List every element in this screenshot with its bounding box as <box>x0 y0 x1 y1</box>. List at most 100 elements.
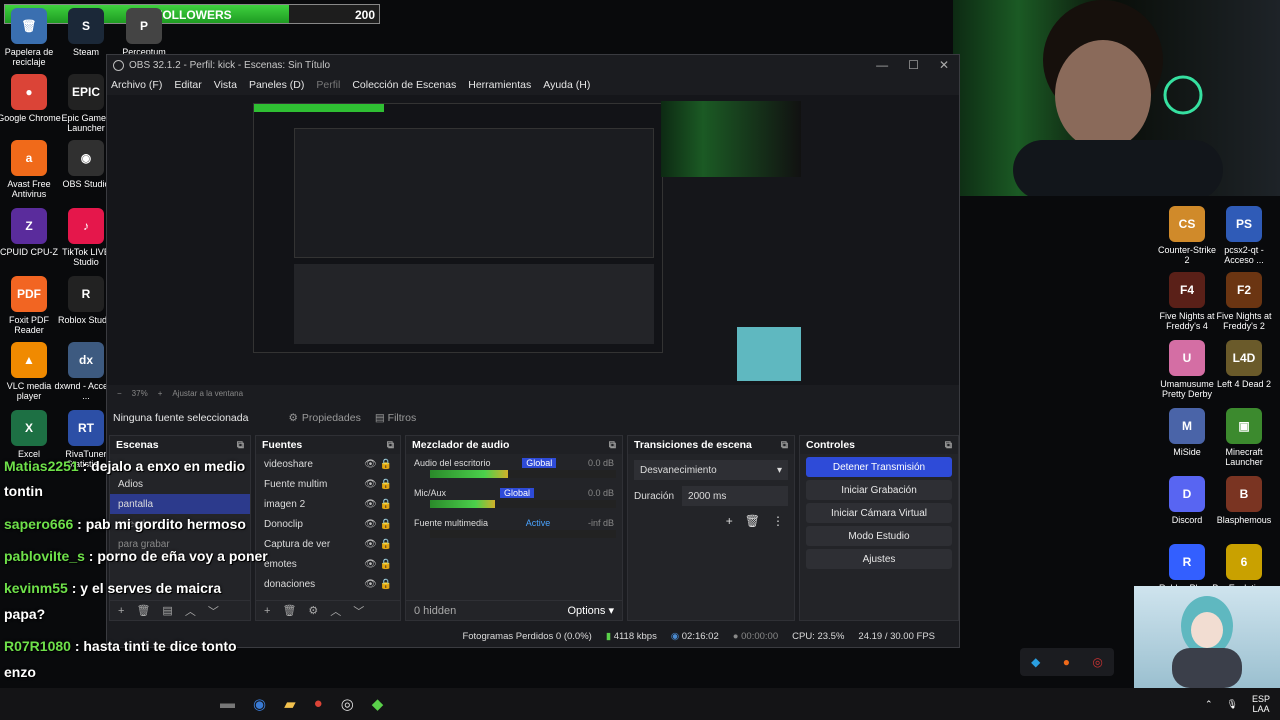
dock-icon[interactable]: ⧉ <box>387 440 394 451</box>
add-icon[interactable]: + <box>264 605 270 617</box>
fit-label[interactable]: Ajustar a la ventana <box>172 389 243 398</box>
scene-item[interactable]: Adios <box>110 474 250 494</box>
source-item[interactable]: donaciones 👁 🔒 <box>256 574 400 594</box>
avast-icon[interactable]: ● <box>1063 655 1070 669</box>
chevron-down-icon[interactable]: ﹀ <box>208 603 219 619</box>
zoom-plus-icon[interactable]: + <box>158 389 163 398</box>
right-desktop-icon[interactable]: L4D Left 4 Dead 2 <box>1212 340 1276 389</box>
menu-vista[interactable]: Vista <box>214 79 237 91</box>
menu-ayuda[interactable]: Ayuda (H) <box>543 79 590 91</box>
source-item[interactable]: Fuente multim 👁 🔒 <box>256 474 400 494</box>
trash-icon[interactable]: 🗑 <box>282 604 296 617</box>
visibility-lock-icon[interactable]: 👁 🔒 <box>364 579 392 590</box>
visibility-lock-icon[interactable]: 👁 🔒 <box>364 539 392 550</box>
language-indicator[interactable]: ESP LAA <box>1252 694 1270 714</box>
start-virtual-camera-button[interactable]: Iniciar Cámara Virtual <box>806 503 952 523</box>
channel-badge[interactable]: Global <box>499 488 534 498</box>
stop-streaming-button[interactable]: Detener Transmisión <box>806 457 952 477</box>
menu-paneles[interactable]: Paneles (D) <box>249 79 304 91</box>
minimize-icon[interactable]: — <box>876 58 888 72</box>
close-icon[interactable]: ✕ <box>939 58 949 72</box>
chrome-icon[interactable]: ● <box>314 695 323 713</box>
right-desktop-icon[interactable]: M MiSide <box>1155 408 1219 457</box>
right-desktop-icon[interactable]: F2 Five Nights at Freddy's 2 <box>1212 272 1276 331</box>
menu-archivo[interactable]: Archivo (F) <box>111 79 162 91</box>
chevron-down-icon[interactable]: ﹀ <box>353 603 364 619</box>
dock-icon[interactable]: ⧉ <box>237 440 244 451</box>
chat-text: : porno de eña voy a poner <box>84 548 268 564</box>
minecraft-icon[interactable]: ◆ <box>372 695 384 713</box>
visibility-lock-icon[interactable]: 👁 🔒 <box>364 559 392 570</box>
add-icon[interactable]: + <box>118 605 124 617</box>
scene-item-selected[interactable]: pantalla <box>110 494 250 514</box>
start-recording-button[interactable]: Iniciar Grabación <box>806 480 952 500</box>
filter-icon[interactable]: ▤ <box>162 604 172 617</box>
duration-input[interactable]: 2000 ms <box>682 486 788 506</box>
left-desktop-icon[interactable]: S Steam <box>54 8 118 57</box>
left-desktop-icon[interactable]: P Perceptum <box>112 8 176 57</box>
desktop-icon-label: VLC media player <box>6 381 52 401</box>
right-desktop-icon[interactable]: B Blasphemous <box>1212 476 1276 525</box>
obs-preview[interactable] <box>107 95 959 385</box>
add-icon[interactable]: + <box>726 514 733 528</box>
chevron-up-icon[interactable]: ︿ <box>185 603 196 619</box>
trash-icon[interactable]: 🗑 <box>745 514 760 528</box>
right-desktop-icon[interactable]: PS pcsx2-qt - Acceso ... <box>1212 206 1276 265</box>
store-icon[interactable]: ◉ <box>253 695 266 713</box>
visibility-lock-icon[interactable]: 👁 🔒 <box>364 479 392 490</box>
more-icon[interactable]: ⋮ <box>772 514 784 528</box>
left-desktop-icon[interactable]: 🗑 Papelera de reciclaje <box>0 8 61 67</box>
dock-icon[interactable]: ⧉ <box>781 440 788 451</box>
channel-badge[interactable]: Global <box>522 458 557 468</box>
app-icon[interactable]: ◎ <box>1092 655 1102 669</box>
settings-button[interactable]: Ajustes <box>806 549 952 569</box>
dock-icon[interactable]: ⧉ <box>609 440 616 451</box>
studio-mode-button[interactable]: Modo Estudio <box>806 526 952 546</box>
left-desktop-icon[interactable]: ● Google Chrome <box>0 74 61 123</box>
shield-icon[interactable]: ◆ <box>1031 655 1040 669</box>
menu-herramientas[interactable]: Herramientas <box>468 79 531 91</box>
gear-icon[interactable]: ⚙ <box>308 604 318 617</box>
source-item[interactable]: imagen 2 👁 🔒 <box>256 494 400 514</box>
visibility-lock-icon[interactable]: 👁 🔒 <box>364 499 392 510</box>
right-desktop-icon[interactable]: D Discord <box>1155 476 1219 525</box>
obs-icon[interactable]: ◎ <box>341 695 354 713</box>
chevron-up-icon[interactable]: ︿ <box>330 603 341 619</box>
left-desktop-icon[interactable]: ▲ VLC media player <box>0 342 61 401</box>
channel-badge[interactable]: Active <box>522 518 555 528</box>
source-item[interactable]: videoshare 👁 🔒 <box>256 454 400 474</box>
visibility-lock-icon[interactable]: 👁 🔒 <box>364 459 392 470</box>
source-item[interactable]: Donoclip 👁 🔒 <box>256 514 400 534</box>
menu-editar[interactable]: Editar <box>174 79 201 91</box>
left-desktop-icon[interactable]: PDF Foxit PDF Reader <box>0 276 61 335</box>
maximize-icon[interactable]: ☐ <box>908 58 919 72</box>
desktop-icon-label: MiSide <box>1173 447 1201 457</box>
left-desktop-icon[interactable]: a Avast Free Antivirus <box>0 140 61 199</box>
properties-button[interactable]: ⚙ Propiedades <box>288 412 360 424</box>
folder-icon[interactable]: ▰ <box>284 695 296 713</box>
right-desktop-icon[interactable]: F4 Five Nights at Freddy's 4 <box>1155 272 1219 331</box>
trash-icon[interactable]: 🗑 <box>136 604 150 617</box>
taskview-icon[interactable]: ▬ <box>220 695 235 713</box>
desktop-icon-label: Five Nights at Freddy's 2 <box>1216 311 1272 331</box>
source-item[interactable]: emotes 👁 🔒 <box>256 554 400 574</box>
right-desktop-icon[interactable]: U Umamusume Pretty Derby <box>1155 340 1219 399</box>
dock-icon[interactable]: ⧉ <box>945 440 952 451</box>
options-button[interactable]: Options ▾ <box>568 604 615 617</box>
mixer-channel: Fuente multimedia Active -inf dB <box>406 514 622 544</box>
right-desktop-icon[interactable]: CS Counter-Strike 2 <box>1155 206 1219 265</box>
left-desktop-icon[interactable]: Z CPUID CPU-Z <box>0 208 61 257</box>
zoom-minus-icon[interactable]: − <box>117 389 122 398</box>
filters-button[interactable]: ▤ Filtros <box>375 412 416 424</box>
visibility-lock-icon[interactable]: 👁 🔒 <box>364 519 392 530</box>
left-desktop-icon[interactable]: X Excel <box>0 410 61 459</box>
source-item[interactable]: Captura de ver 👁 🔒 <box>256 534 400 554</box>
chevron-up-icon[interactable]: ⌃ <box>1205 699 1213 710</box>
layout-code: LAA <box>1252 704 1270 714</box>
right-desktop-icon[interactable]: ▣ Minecraft Launcher <box>1212 408 1276 467</box>
mic-icon[interactable]: 🎙 <box>1227 699 1238 710</box>
menu-perfil[interactable]: Perfil <box>316 79 340 91</box>
menu-coleccion[interactable]: Colección de Escenas <box>352 79 456 91</box>
transition-select[interactable]: Desvanecimiento ▾ <box>634 460 788 480</box>
hidden-count: 0 hidden <box>414 604 457 617</box>
